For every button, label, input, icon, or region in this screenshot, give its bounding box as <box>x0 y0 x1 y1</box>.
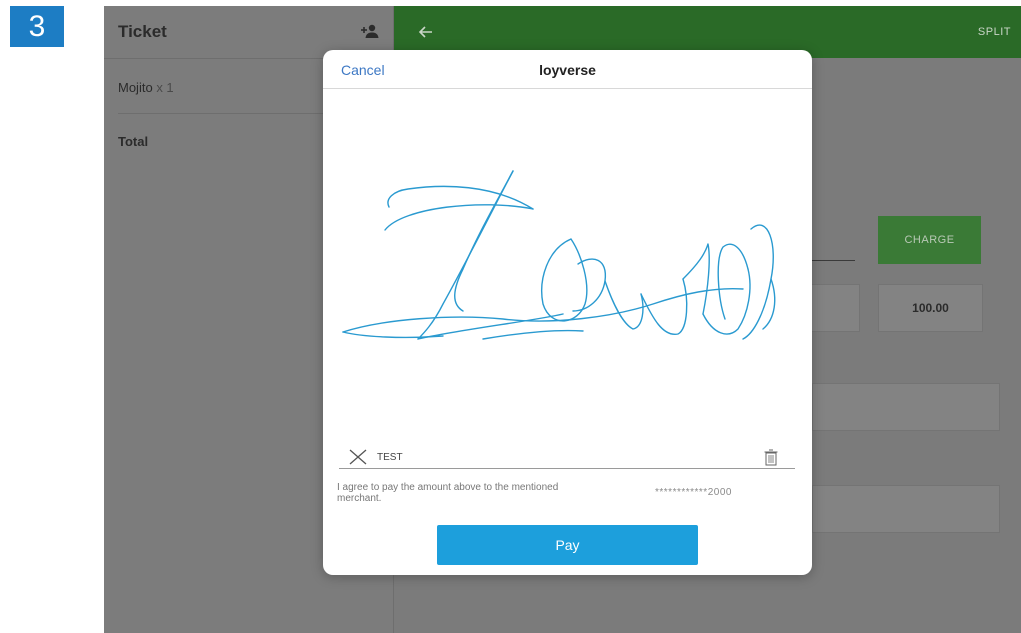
split-button[interactable]: SPLIT <box>978 26 1011 38</box>
charge-button[interactable]: CHARGE <box>878 216 981 264</box>
cash-option-100[interactable]: 100.00 <box>878 284 983 332</box>
payment-method-row[interactable] <box>812 383 1000 431</box>
modal-title: loyverse <box>539 62 596 78</box>
back-arrow-icon[interactable] <box>416 22 436 42</box>
step-number-badge: 3 <box>10 6 64 47</box>
ticket-total-label: Total <box>118 134 149 149</box>
signer-name: TEST <box>377 452 403 463</box>
agreement-text: I agree to pay the amount above to the m… <box>337 482 559 504</box>
modal-header: Cancel loyverse <box>323 50 812 89</box>
ticket-item[interactable]: Mojito x 1 <box>118 80 174 95</box>
pay-button[interactable]: Pay <box>437 525 698 565</box>
masked-card-number: ************2000 <box>655 487 732 498</box>
signature-stroke <box>342 170 776 340</box>
signature-pad[interactable] <box>323 89 812 439</box>
ticket-item-name: Mojito <box>118 80 153 95</box>
signature-baseline <box>339 468 795 469</box>
add-person-icon[interactable] <box>360 23 380 39</box>
signature-modal: Cancel loyverse TEST I agree to pay the … <box>323 50 812 575</box>
close-x-icon[interactable] <box>347 448 369 466</box>
trash-icon[interactable] <box>763 448 779 466</box>
payment-method-row[interactable] <box>812 485 1000 533</box>
ticket-title: Ticket <box>118 22 167 41</box>
ticket-item-qty: x 1 <box>156 80 174 95</box>
